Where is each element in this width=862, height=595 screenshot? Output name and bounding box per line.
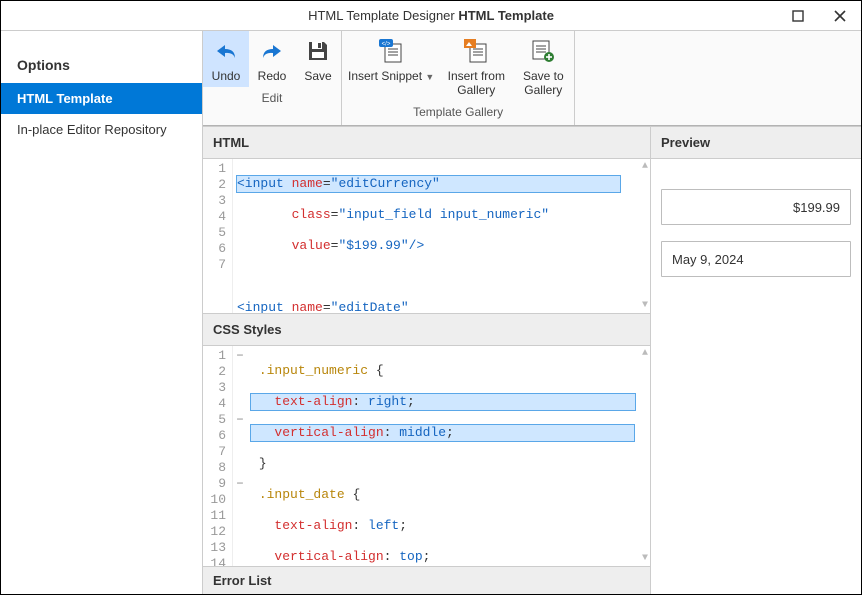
preview-currency-field[interactable]: $199.99 [661,189,851,225]
redo-icon [258,37,286,65]
maximize-button[interactable] [777,1,819,30]
css-code-area[interactable]: .input_numeric { text-align: right; vert… [247,346,650,566]
chevron-down-icon: ▼ [425,72,434,82]
ribbon-group-gallery: </> Insert Snippet ▼ Insert from Gallery… [342,31,575,125]
ribbon: Undo Redo Save Edit [203,31,861,126]
html-code-area[interactable]: <input name="editCurrency" class="input_… [233,159,650,313]
window: HTML Template Designer HTML Template Opt… [0,0,862,595]
sidebar-heading: Options [1,53,202,83]
html-gutter: 1 2 3 4 5 6 7 [203,159,233,313]
html-editor[interactable]: ▲ ▼ 1 2 3 4 5 6 7 <input name [203,159,650,313]
save-to-gallery-button[interactable]: Save to Gallery [512,31,574,101]
html-panel: HTML ▲ ▼ 1 2 3 4 5 6 7 [203,127,650,313]
css-editor[interactable]: ▲ ▼ 1 2 3 4 5 6 7 8 9 [203,346,650,566]
sidebar-item-inplace-editor-repository[interactable]: In-place Editor Repository [1,114,202,145]
window-controls [777,1,861,30]
insert-from-gallery-button[interactable]: Insert from Gallery [440,31,512,101]
redo-button[interactable]: Redo [249,31,295,87]
close-button[interactable] [819,1,861,30]
ribbon-group-label-gallery: Template Gallery [342,101,574,125]
error-list-header[interactable]: Error List [203,566,650,594]
window-title: HTML Template Designer HTML Template [308,8,554,23]
undo-icon [212,37,240,65]
save-button[interactable]: Save [295,31,341,87]
css-fold-column[interactable]: − − − [233,346,247,566]
ribbon-group-label-edit: Edit [203,87,341,111]
ribbon-group-edit: Undo Redo Save Edit [203,31,342,125]
css-panel-header: CSS Styles [203,314,650,346]
insert-gallery-icon [462,37,490,65]
svg-text:</>: </> [382,42,391,48]
css-gutter: 1 2 3 4 5 6 7 8 9 10 11 [203,346,233,566]
save-gallery-icon [529,37,557,65]
undo-button[interactable]: Undo [203,31,249,87]
titlebar: HTML Template Designer HTML Template [1,1,861,31]
insert-snippet-button[interactable]: </> Insert Snippet ▼ [342,31,440,101]
preview-date-field[interactable]: May 9, 2024 [661,241,851,277]
css-panel: CSS Styles ▲ ▼ 1 2 3 4 5 6 7 [203,313,650,566]
preview-panel-header: Preview [651,127,861,159]
sidebar: Options HTML Template In-place Editor Re… [1,31,203,594]
sidebar-item-html-template[interactable]: HTML Template [1,83,202,114]
insert-snippet-icon: </> [377,37,405,65]
save-icon [304,37,332,65]
preview-panel: Preview $199.99 May 9, 2024 [651,127,861,594]
html-panel-header: HTML [203,127,650,159]
